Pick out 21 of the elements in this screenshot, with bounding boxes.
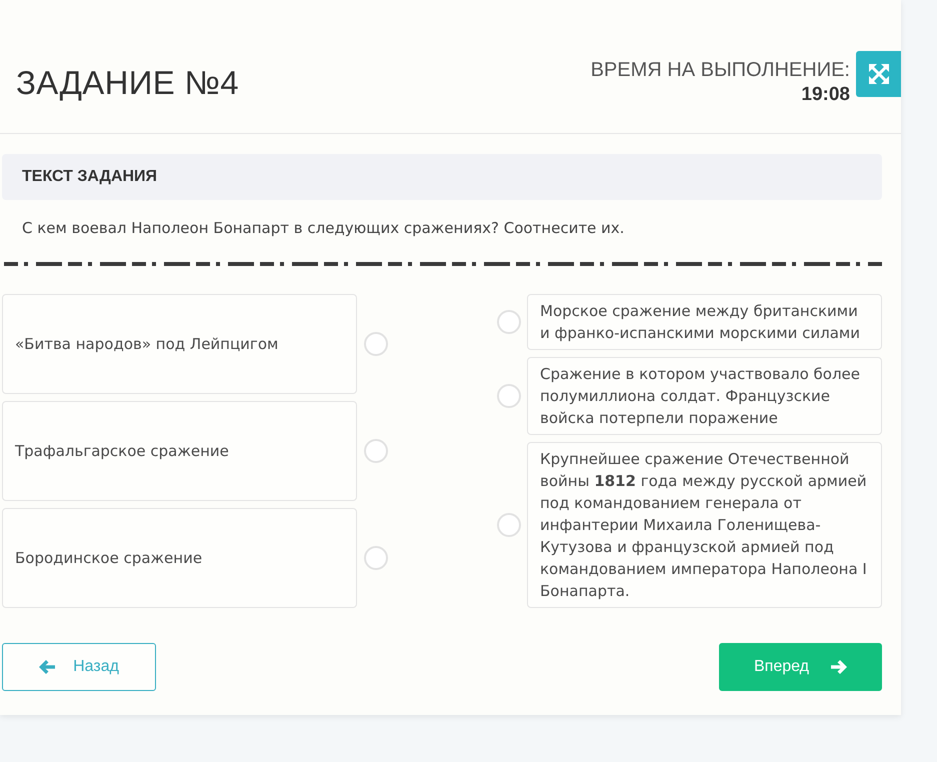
arrow-left-icon: [39, 660, 56, 674]
radio-button[interactable]: [364, 546, 388, 570]
answer-card[interactable]: Сражение в котором участвовало более полумиллиона солдат. Французские войска потерпели поражение: [527, 357, 882, 435]
timer-value: 19:08: [800, 83, 850, 107]
timer-label: ВРЕМЯ НА ВЫПОЛНЕНИЕ:: [590, 58, 850, 83]
answer-card[interactable]: «Битва народов» под Лейпцигом: [2, 294, 357, 394]
answer-card[interactable]: Трафальгарское сражение: [2, 401, 357, 501]
radio-button[interactable]: [364, 332, 388, 356]
task-heading: ТЕКСТ ЗАДАНИЯ: [22, 168, 158, 186]
answer-card[interactable]: Бородинское сражение: [2, 508, 357, 608]
radio-button[interactable]: [497, 310, 521, 334]
radio-button[interactable]: [497, 384, 521, 408]
radio-button[interactable]: [364, 439, 388, 463]
answer-card[interactable]: Крупнейшее сражение Отечественной войны 1812 года между русской армией под командованием генерала от инфантерии Михаила Голенищева-Кутузова и французской армией под командованием императора Наполеона I Бонапарта.: [527, 442, 882, 608]
fullscreen-button[interactable]: [856, 51, 901, 97]
arrow-right-icon: [831, 660, 847, 674]
question-text: С кем воевал Наполеон Бонапарт в следующих сражениях? Соотнесите их.: [21, 218, 624, 239]
expand-icon: [868, 64, 888, 84]
radio-button[interactable]: [497, 513, 521, 537]
answer-card[interactable]: Морское сражение между британскими и франко-испанскими морскими силами: [527, 294, 882, 350]
task-title: ЗАДАНИЕ №4: [16, 63, 239, 103]
